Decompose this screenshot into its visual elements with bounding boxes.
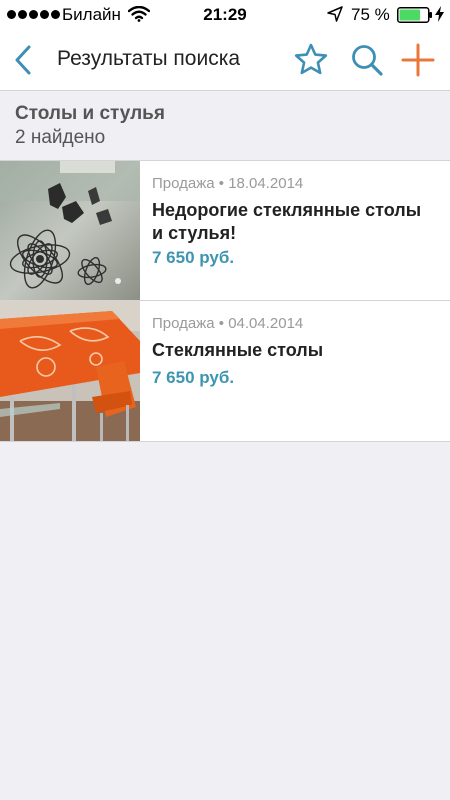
search-icon xyxy=(352,45,383,76)
listing-thumbnail xyxy=(0,161,140,301)
results-header: Столы и стулья 2 найдено xyxy=(15,102,435,150)
listing-price: 7 650 руб. xyxy=(152,368,235,387)
results-count: 2 найдено xyxy=(15,127,106,148)
add-button[interactable] xyxy=(400,42,436,78)
status-bar: Билайн 21:29 75 % xyxy=(0,0,450,30)
page-title: Результаты поиска xyxy=(57,47,241,70)
search-button[interactable] xyxy=(349,42,385,78)
orange-table-photo xyxy=(0,301,140,441)
plus-icon xyxy=(401,43,435,77)
listing-meta: Продажа • 04.04.2014 xyxy=(152,315,304,332)
chevron-left-icon xyxy=(15,45,31,75)
listing-title: Стеклянные столы xyxy=(152,340,324,360)
listing-item[interactable]: Продажа • 04.04.2014 Стеклянные столы 7 … xyxy=(0,300,450,442)
battery-percent: 75 % xyxy=(351,5,390,24)
category-title: Столы и стулья xyxy=(15,103,165,124)
back-button[interactable] xyxy=(10,44,38,76)
listing-price: 7 650 руб. xyxy=(152,248,235,267)
listing-title: Недорогие стеклянные столы и стулья! xyxy=(152,200,422,243)
location-arrow-icon xyxy=(327,6,343,22)
listing-thumbnail xyxy=(0,301,140,441)
glass-table-photo xyxy=(0,161,140,301)
battery-icon xyxy=(397,7,432,23)
listing-item[interactable]: Продажа • 18.04.2014 Недорогие стеклянны… xyxy=(0,160,450,301)
navigation-bar: Результаты поиска xyxy=(0,30,450,91)
listing-meta: Продажа • 18.04.2014 xyxy=(152,175,304,192)
favorite-button[interactable] xyxy=(293,42,329,78)
lightning-icon xyxy=(435,6,444,22)
star-icon xyxy=(294,43,328,75)
